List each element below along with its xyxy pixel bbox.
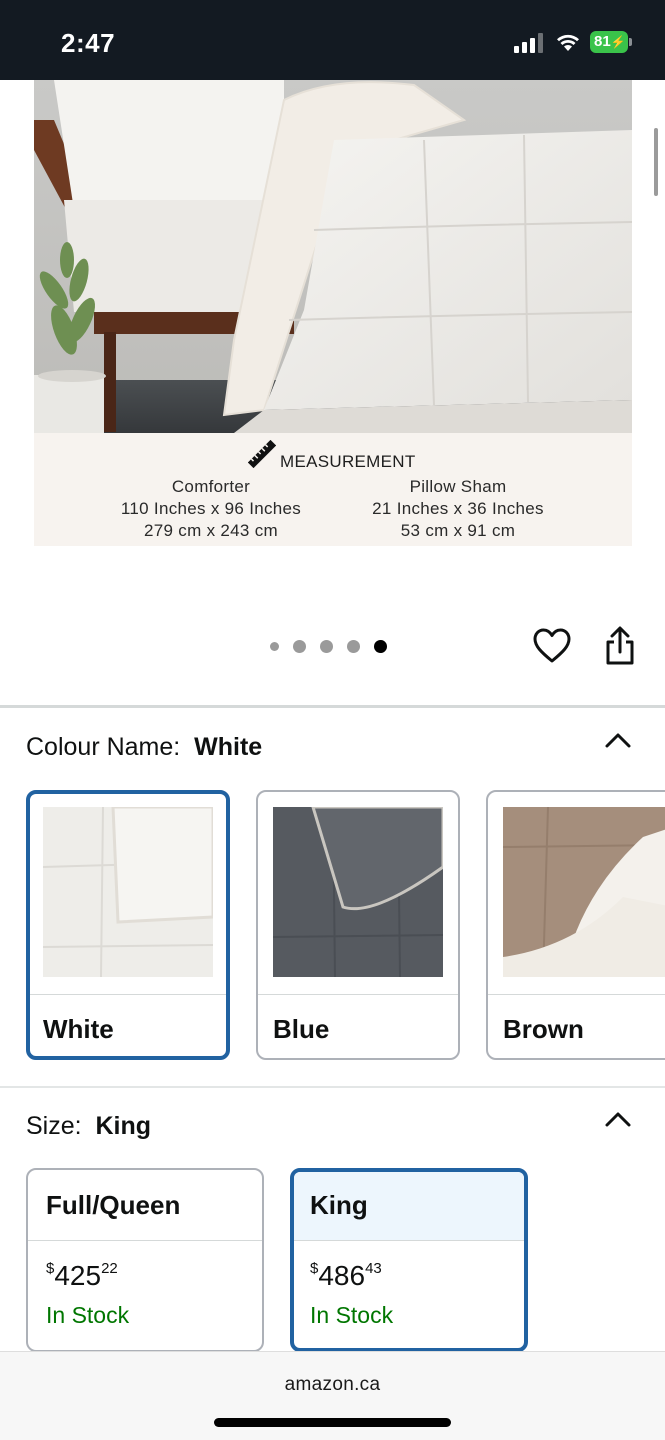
stock-status: In Stock — [46, 1302, 130, 1328]
wifi-icon — [555, 31, 581, 53]
carousel-dot[interactable] — [320, 639, 333, 653]
comforter-cm: 279 cm x 243 cm — [144, 521, 278, 540]
white-swatch-image — [42, 805, 215, 978]
heart-icon[interactable] — [533, 628, 571, 664]
colour-option-blue[interactable]: Blue — [256, 790, 460, 1060]
size-option-header: Full/Queen — [28, 1170, 262, 1240]
size-option-price: $48643 — [310, 1260, 382, 1292]
price-cents: 43 — [365, 1260, 382, 1277]
pillow-sham-title: Pillow Sham — [409, 477, 507, 496]
home-indicator[interactable] — [214, 1418, 451, 1427]
comforter-inches: 110 Inches x 96 Inches — [120, 499, 302, 518]
colour-option-label: Blue — [273, 1014, 330, 1044]
size-collapse-chevron-up-icon[interactable] — [604, 1110, 632, 1128]
size-option-king[interactable]: King $48643 In Stock — [290, 1168, 528, 1352]
colour-option-label: White — [43, 1014, 114, 1044]
carousel-dot[interactable] — [293, 639, 306, 653]
colour-label: Colour Name: — [26, 733, 181, 761]
browser-url-bar[interactable]: amazon.ca — [0, 1351, 665, 1440]
stock-status: In Stock — [310, 1302, 394, 1328]
carousel-dot[interactable] — [347, 639, 360, 653]
section-divider — [0, 705, 665, 708]
size-value: King — [95, 1112, 152, 1140]
measurement-title: MEASUREMENT — [280, 452, 416, 471]
carousel-dots[interactable] — [270, 638, 401, 654]
size-option-price: $42522 — [46, 1260, 118, 1292]
size-option-label: Full/Queen — [46, 1190, 181, 1220]
size-heading: Size: King — [26, 1112, 151, 1141]
ruler-icon — [247, 439, 277, 469]
signal-icon — [514, 33, 544, 53]
colour-option-brown[interactable]: Brown — [486, 790, 665, 1060]
comforter-measurement: Comforter 110 Inches x 96 Inches 279 cm … — [100, 476, 322, 542]
battery-level: 81 — [594, 33, 611, 50]
carousel-dot-active[interactable] — [374, 639, 387, 653]
scroll-indicator — [654, 128, 658, 196]
status-bar: 2:47 81⚡ — [0, 0, 665, 80]
price-main: 425 — [54, 1260, 102, 1291]
size-option-header: King — [294, 1172, 524, 1240]
price-cents: 22 — [101, 1260, 118, 1277]
size-label: Size: — [26, 1112, 82, 1140]
blue-swatch-image — [272, 805, 445, 978]
status-time: 2:47 — [61, 28, 116, 58]
brown-swatch-image — [502, 806, 665, 978]
carousel-dot[interactable] — [270, 641, 279, 651]
pillow-sham-cm: 53 cm x 91 cm — [400, 521, 516, 540]
colour-option-label: Brown — [503, 1014, 584, 1044]
colour-heading: Colour Name: White — [26, 733, 262, 762]
colour-collapse-chevron-up-icon[interactable] — [604, 731, 632, 749]
size-option-full-queen[interactable]: Full/Queen $42522 In Stock — [26, 1168, 264, 1352]
colour-option-white[interactable]: White — [26, 790, 230, 1060]
size-option-label: King — [310, 1190, 368, 1220]
pillow-sham-inches: 21 Inches x 36 Inches — [372, 499, 544, 518]
url-text[interactable]: amazon.ca — [0, 1374, 665, 1396]
battery-icon: 81⚡ — [590, 31, 632, 53]
section-divider — [0, 1086, 665, 1088]
pillow-sham-measurement: Pillow Sham 21 Inches x 36 Inches 53 cm … — [352, 476, 564, 542]
colour-value: White — [194, 733, 263, 761]
share-icon[interactable] — [603, 626, 637, 666]
comforter-title: Comforter — [171, 477, 251, 496]
price-main: 486 — [318, 1260, 366, 1291]
